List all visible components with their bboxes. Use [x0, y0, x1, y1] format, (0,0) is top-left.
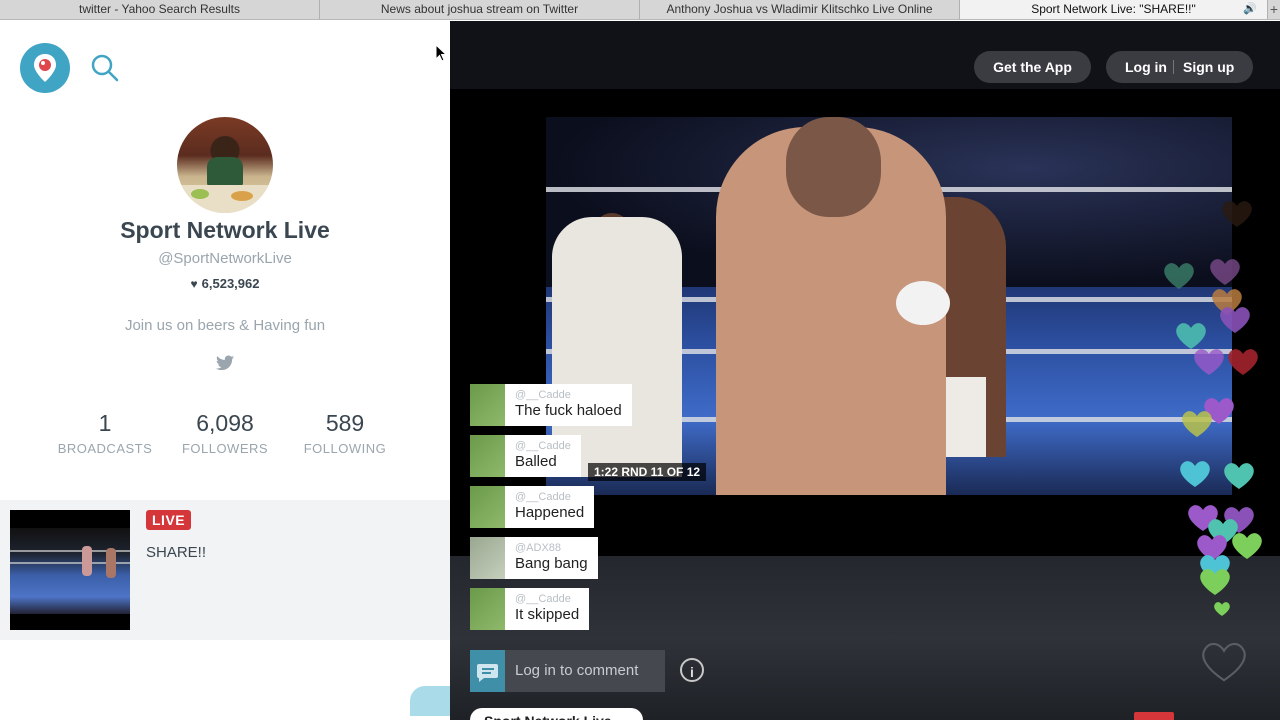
heart-icon [1224, 463, 1254, 489]
chat-text: Balled [515, 453, 557, 470]
heart-icon [1222, 201, 1252, 227]
avatar[interactable] [177, 117, 273, 213]
browser-tab[interactable]: twitter - Yahoo Search Results [0, 0, 320, 19]
heart-icon [1164, 263, 1194, 289]
heart-icon [1194, 349, 1224, 375]
signup-button[interactable]: Sign up [1183, 51, 1234, 83]
heart-icon [1214, 602, 1230, 616]
stat-broadcasts[interactable]: 1 BROADCASTS [45, 410, 165, 456]
heart-icon [1180, 461, 1210, 487]
profile-name: Sport Network Live [120, 217, 330, 243]
stat-value: 1 [98, 410, 112, 436]
speaker-icon[interactable]: 🔊 [1243, 0, 1257, 19]
chat-username: @ADX88 [515, 542, 562, 554]
mouse-cursor-icon [435, 44, 447, 62]
chat-username: @__Cadde [515, 593, 571, 605]
hearts-count: ♥ 6,523,962 [0, 276, 450, 291]
twitter-icon[interactable] [216, 355, 234, 376]
browser-tab-bar: twitter - Yahoo Search Results News abou… [0, 0, 1280, 20]
chat-text: The fuck haloed [515, 402, 622, 419]
chat-message: @__Cadde The fuck haloed [470, 384, 632, 426]
chat-username: @__Cadde [515, 440, 571, 452]
new-tab-button[interactable]: + [1268, 0, 1280, 19]
chat-username: @__Cadde [515, 389, 571, 401]
heart-icon [1228, 349, 1258, 375]
stat-value: 589 [325, 410, 365, 436]
heart-icon [1200, 569, 1230, 595]
stat-label: BROADCASTS [57, 441, 153, 456]
heart-icon: ♥ [190, 277, 198, 291]
browser-tab[interactable]: Anthony Joshua vs Wladimir Klitschko Liv… [640, 0, 960, 19]
stat-label: FOLLOWING [303, 441, 387, 456]
auth-button-group: Log in Sign up [1106, 51, 1253, 83]
stat-followers[interactable]: 6,098 FOLLOWERS [165, 410, 285, 456]
stat-value: 6,098 [196, 410, 254, 436]
get-app-button[interactable]: Get the App [974, 51, 1091, 83]
chat-username: @__Cadde [515, 491, 571, 503]
live-indicator [1134, 712, 1174, 720]
stat-following[interactable]: 589 FOLLOWING [285, 410, 405, 456]
chat-message: @__Cadde Balled [470, 435, 581, 477]
periscope-logo[interactable] [20, 43, 70, 93]
player-header: Get the App Log in Sign up [450, 21, 1280, 89]
video-player: Get the App Log in Sign up 1:22 RND 11 O… [450, 21, 1280, 720]
periscope-pin-icon [34, 54, 56, 82]
chat-avatar [470, 486, 505, 528]
login-button[interactable]: Log in [1125, 51, 1167, 83]
profile-stats: 1 BROADCASTS 6,098 FOLLOWERS 589 FOLLOWI… [45, 410, 405, 456]
heart-icon [1220, 307, 1250, 333]
chat-avatar [470, 588, 505, 630]
round-clock: 1:22 RND 11 OF 12 [588, 463, 707, 481]
search-icon[interactable] [91, 54, 119, 87]
broadcast-list-item[interactable]: LIVE SHARE!! [0, 500, 450, 640]
chat-avatar [470, 537, 505, 579]
info-icon[interactable]: i [680, 658, 704, 682]
chat-avatar [470, 435, 505, 477]
profile-panel: Sport Network Live @SportNetworkLive ♥ 6,… [0, 21, 470, 720]
profile-handle[interactable]: @SportNetworkLive [0, 250, 450, 267]
tab-title: Sport Network Live: "SHARE!!" [1031, 2, 1196, 16]
broadcast-thumbnail[interactable] [10, 510, 130, 630]
chat-message: @ADX88 Bang bang [470, 537, 598, 579]
heart-icon [1182, 411, 1212, 437]
comment-input[interactable]: Log in to comment [470, 650, 665, 692]
chat-text: Bang bang [515, 555, 588, 572]
browser-tab-active[interactable]: Sport Network Live: "SHARE!!" 🔊 [960, 0, 1268, 19]
like-heart-icon[interactable] [1200, 641, 1248, 683]
stat-label: FOLLOWERS [181, 441, 269, 456]
broadcast-title: SHARE!! [146, 544, 207, 561]
chat-message: @__Cadde It skipped [470, 588, 590, 630]
browser-tab[interactable]: News about joshua stream on Twitter [320, 0, 640, 19]
chat-text: Happened [515, 504, 585, 521]
video-frame[interactable]: 1:22 RND 11 OF 12 [546, 117, 1232, 495]
chat-avatar [470, 384, 505, 426]
broadcaster-pill[interactable]: Sport Network Live [470, 708, 643, 720]
chat-text: It skipped [515, 606, 580, 623]
comment-placeholder: Log in to comment [515, 662, 639, 679]
hearts-value: 6,523,962 [201, 276, 260, 291]
divider [1173, 60, 1174, 74]
comment-icon [470, 650, 505, 692]
heart-icon [1210, 259, 1240, 285]
live-badge: LIVE [146, 510, 192, 530]
profile-bio: Join us on beers & Having fun [124, 317, 326, 334]
heart-icon [1232, 533, 1262, 559]
player-lower-area [450, 556, 1280, 720]
chat-message: @__Cadde Happened [470, 486, 595, 528]
